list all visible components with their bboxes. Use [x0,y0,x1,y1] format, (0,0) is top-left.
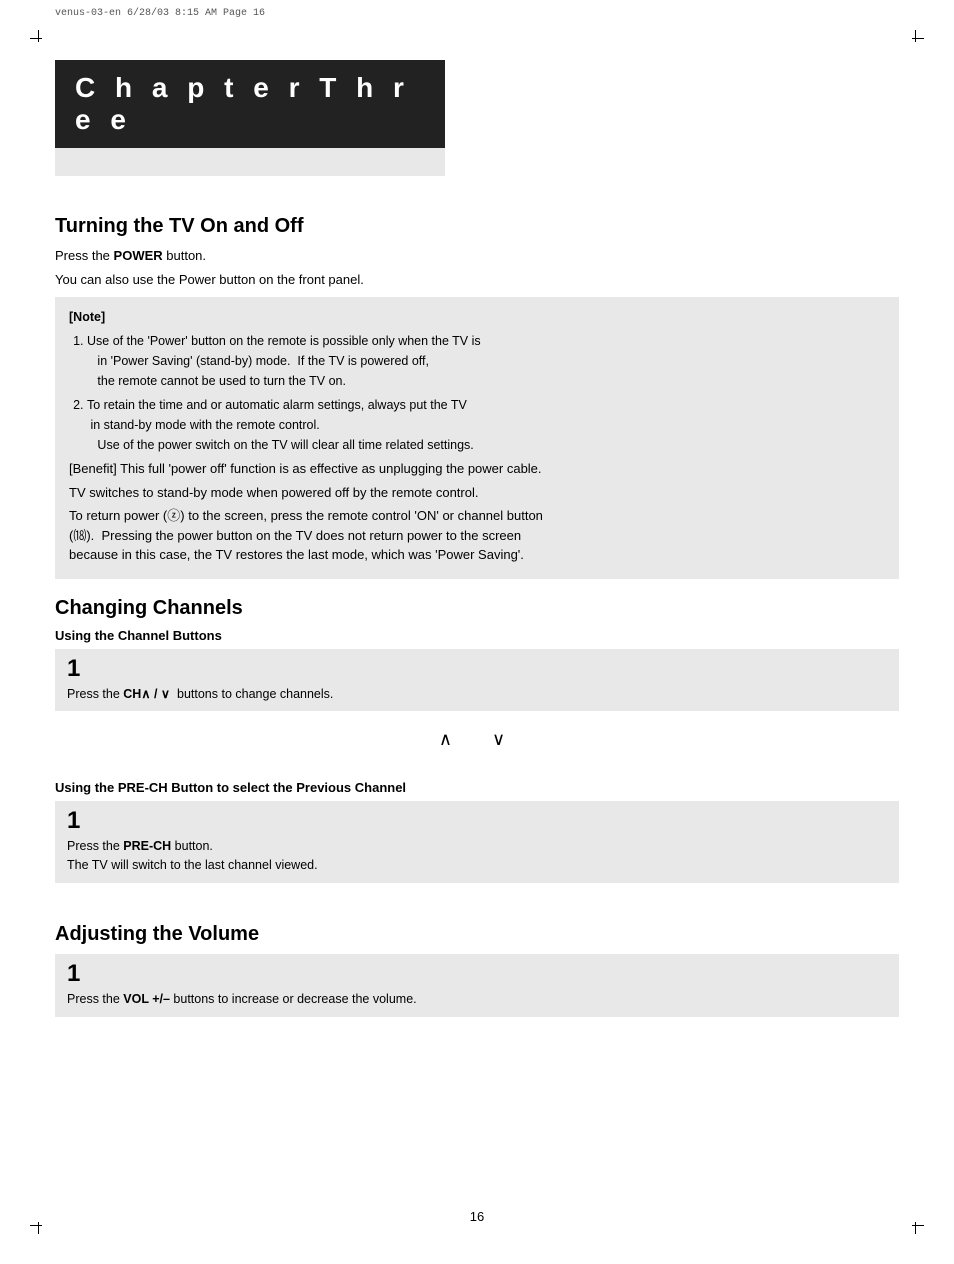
step-text-prech: Press the PRE-CH button. The TV will swi… [67,837,887,875]
chapter-title: C h a p t e r T h r e e [75,72,410,135]
note-item-2: To retain the time and or automatic alar… [87,395,885,455]
intro-line2: You can also use the Power button on the… [55,270,899,290]
main-content: Turning the TV On and Off Press the POWE… [55,215,899,1027]
note-item-1: Use of the 'Power' button on the remote … [87,331,885,391]
chapter-subtitle-box [55,148,445,176]
step-num-channel: 1 [67,657,887,681]
note-box: [Note] Use of the 'Power' button on the … [55,297,899,579]
pre-ch-section: Using the PRE-CH Button to select the Pr… [55,780,899,883]
section-changing-channels-title: Changing Channels [55,597,899,620]
benefit-text: [Benefit] This full 'power off' function… [69,459,885,479]
section-adjusting-volume: Adjusting the Volume 1 Press the VOL +/–… [55,923,899,1017]
standby-line: TV switches to stand-by mode when powere… [69,483,885,503]
section-adjusting-volume-title: Adjusting the Volume [55,923,899,946]
step-num-volume: 1 [67,962,887,986]
arrow-symbols: ∧ ∨ [55,729,899,750]
step-box-prech: 1 Press the PRE-CH button. The TV will s… [55,801,899,883]
corner-mark-tl [30,30,50,50]
section-turning-tv: Turning the TV On and Off Press the POWE… [55,215,899,579]
return-power-line: To return power (ⓩ) to the screen, press… [69,506,885,565]
intro-line1: Press the POWER button. [55,246,899,266]
step-box-channel: 1 Press the CH∧ / ∨ buttons to change ch… [55,649,899,712]
step-num-prech: 1 [67,809,887,833]
section-turning-tv-title: Turning the TV On and Off [55,215,899,238]
step-box-volume: 1 Press the VOL +/– buttons to increase … [55,954,899,1017]
pre-ch-label: Using the PRE-CH Button to select the Pr… [55,780,899,795]
step-text-volume: Press the VOL +/– buttons to increase or… [67,990,887,1009]
note-label: [Note] [69,307,885,327]
prech-line2: The TV will switch to the last channel v… [67,858,318,872]
file-info: venus-03-en 6/28/03 8:15 AM Page 16 [55,8,265,19]
using-channel-buttons-label: Using the Channel Buttons [55,628,899,643]
note-list: Use of the 'Power' button on the remote … [69,331,885,455]
chapter-title-box: C h a p t e r T h r e e [55,60,445,148]
corner-mark-tr [904,30,924,50]
corner-mark-br [904,1214,924,1234]
chapter-header: C h a p t e r T h r e e [55,60,445,176]
step-text-channel: Press the CH∧ / ∨ buttons to change chan… [67,685,887,704]
corner-mark-bl [30,1214,50,1234]
section-changing-channels: Changing Channels Using the Channel Butt… [55,597,899,883]
page-number: 16 [470,1209,484,1224]
